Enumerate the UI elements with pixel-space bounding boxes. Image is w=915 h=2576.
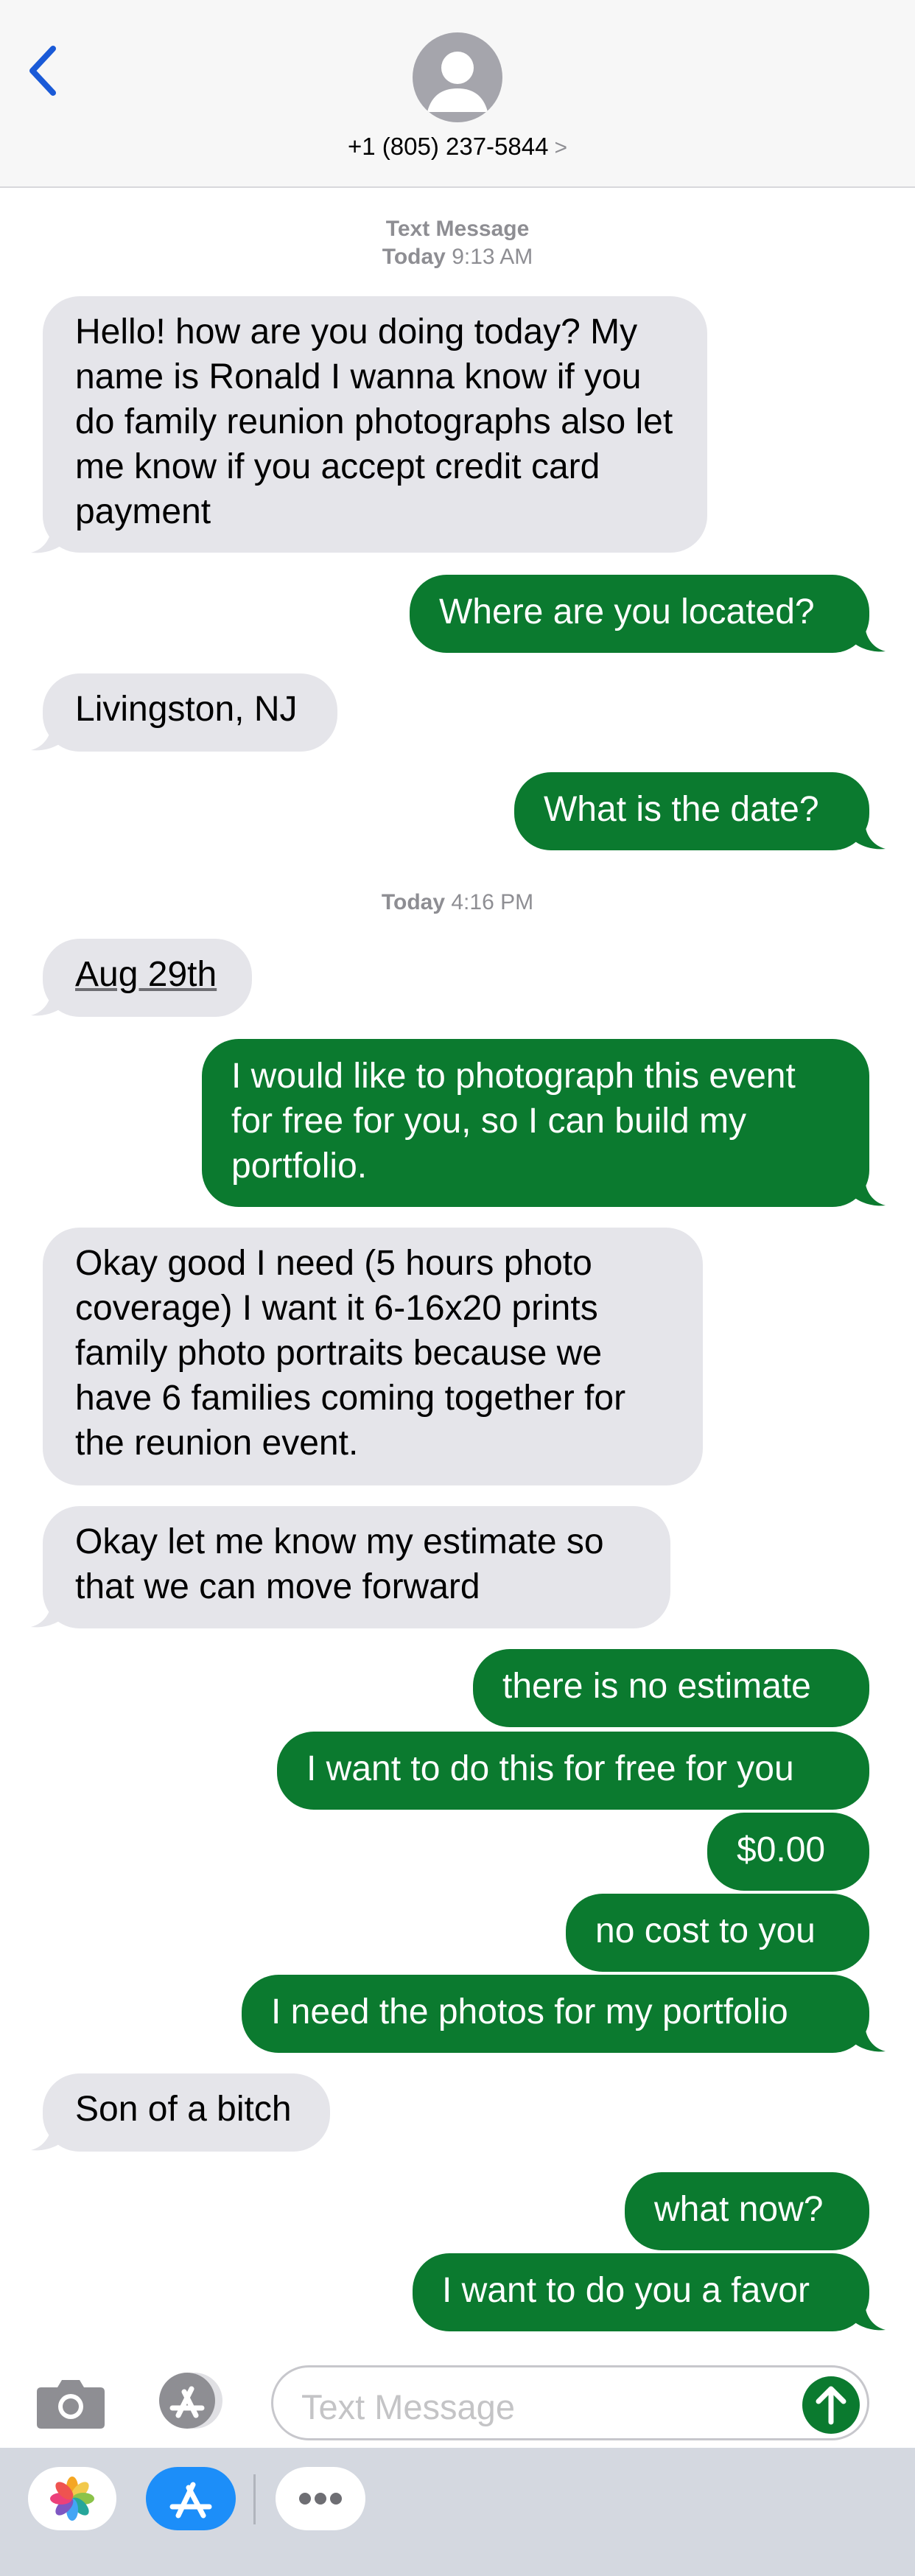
person-icon <box>427 52 488 112</box>
timestamp-header: Text Message Today 9:13 AM <box>0 215 915 271</box>
message-text: I want to do you a favor <box>442 2271 810 2310</box>
chevron-right-icon: > <box>554 136 567 160</box>
compose-bar: Text Message <box>0 2352 915 2448</box>
message-text: Where are you located? <box>439 592 815 631</box>
message-text: Livingston, NJ <box>75 690 298 729</box>
outgoing-message[interactable]: I need the photos for my portfolio <box>242 1975 869 2053</box>
photos-icon <box>50 2477 94 2521</box>
incoming-message[interactable]: Livingston, NJ <box>43 673 337 752</box>
bubble-tail <box>31 722 63 751</box>
message-text: there is no estimate <box>502 1667 811 1706</box>
incoming-message[interactable]: Hello! how are you doing today? My name … <box>43 296 707 553</box>
conversation-header: +1 (805) 237-5844 > <box>0 0 915 188</box>
timestamp-day: Today <box>381 890 446 914</box>
outgoing-message[interactable]: What is the date? <box>514 772 869 850</box>
incoming-message[interactable]: Okay let me know my estimate so that we … <box>43 1506 670 1628</box>
message-input-placeholder: Text Message <box>301 2387 515 2426</box>
app-store-button[interactable] <box>146 2467 236 2530</box>
apps-button[interactable] <box>152 2370 228 2432</box>
outgoing-message[interactable]: I would like to photograph this event fo… <box>202 1039 869 1207</box>
bubble-tail <box>853 623 886 652</box>
outgoing-message[interactable]: $0.00 <box>707 1813 869 1891</box>
incoming-message[interactable]: Son of a bitch <box>43 2073 330 2152</box>
message-text: what now? <box>654 2190 824 2229</box>
incoming-message[interactable]: Aug 29th <box>43 939 252 1017</box>
more-apps-button[interactable] <box>276 2467 365 2530</box>
timestamp-time: 9:13 AM <box>452 245 533 269</box>
date-link[interactable]: Aug 29th <box>75 955 217 994</box>
bubble-tail <box>31 2122 63 2151</box>
camera-icon <box>37 2380 105 2429</box>
incoming-message[interactable]: Okay good I need (5 hours photo coverage… <box>43 1228 703 1485</box>
message-text: Son of a bitch <box>75 2090 292 2129</box>
arrow-up-icon <box>816 2386 846 2425</box>
outgoing-message[interactable]: there is no estimate <box>473 1649 869 1727</box>
bubble-tail <box>853 1177 886 1206</box>
outgoing-message[interactable]: Where are you located? <box>410 575 869 653</box>
message-text: Okay good I need (5 hours photo coverage… <box>75 1244 626 1463</box>
outgoing-message[interactable]: I want to do this for free for you <box>277 1732 869 1810</box>
message-type-label: Text Message <box>385 217 530 241</box>
send-button[interactable] <box>802 2376 860 2434</box>
message-text: What is the date? <box>544 790 819 829</box>
bubble-tail <box>31 1599 63 1628</box>
bubble-tail <box>31 525 63 553</box>
message-input[interactable]: Text Message <box>271 2365 869 2440</box>
message-text: I need the photos for my portfolio <box>271 1992 788 2031</box>
camera-button[interactable] <box>34 2373 108 2432</box>
app-store-icon <box>169 2482 212 2519</box>
tray-divider <box>253 2474 256 2524</box>
message-text: Hello! how are you doing today? My name … <box>75 312 673 531</box>
contact-number: +1 (805) 237-5844 <box>348 133 549 160</box>
outgoing-message[interactable]: I want to do you a favor <box>413 2253 869 2331</box>
timestamp-time: 4:16 PM <box>451 890 534 914</box>
message-text: no cost to you <box>595 1911 816 1950</box>
bubble-tail <box>853 821 886 850</box>
app-store-icon <box>159 2373 222 2429</box>
app-drawer <box>0 2448 915 2576</box>
message-text: Okay let me know my estimate so that we … <box>75 1522 604 1606</box>
contact-name[interactable]: +1 (805) 237-5844 > <box>0 133 915 161</box>
outgoing-message[interactable]: what now? <box>625 2172 869 2250</box>
message-text: I would like to photograph this event fo… <box>231 1057 796 1186</box>
ellipsis-icon <box>299 2493 342 2505</box>
chevron-left-icon <box>29 46 56 96</box>
photos-app-button[interactable] <box>28 2467 116 2530</box>
timestamp-header: Today 4:16 PM <box>0 889 915 917</box>
bubble-tail <box>853 2023 886 2052</box>
outgoing-message[interactable]: no cost to you <box>566 1894 869 1972</box>
message-text: $0.00 <box>737 1830 826 1869</box>
message-text: I want to do this for free for you <box>306 1749 794 1788</box>
bubble-tail <box>853 2302 886 2331</box>
back-button[interactable] <box>22 43 66 102</box>
contact-avatar[interactable] <box>413 32 502 122</box>
timestamp-day: Today <box>382 245 446 269</box>
bubble-tail <box>31 987 63 1016</box>
